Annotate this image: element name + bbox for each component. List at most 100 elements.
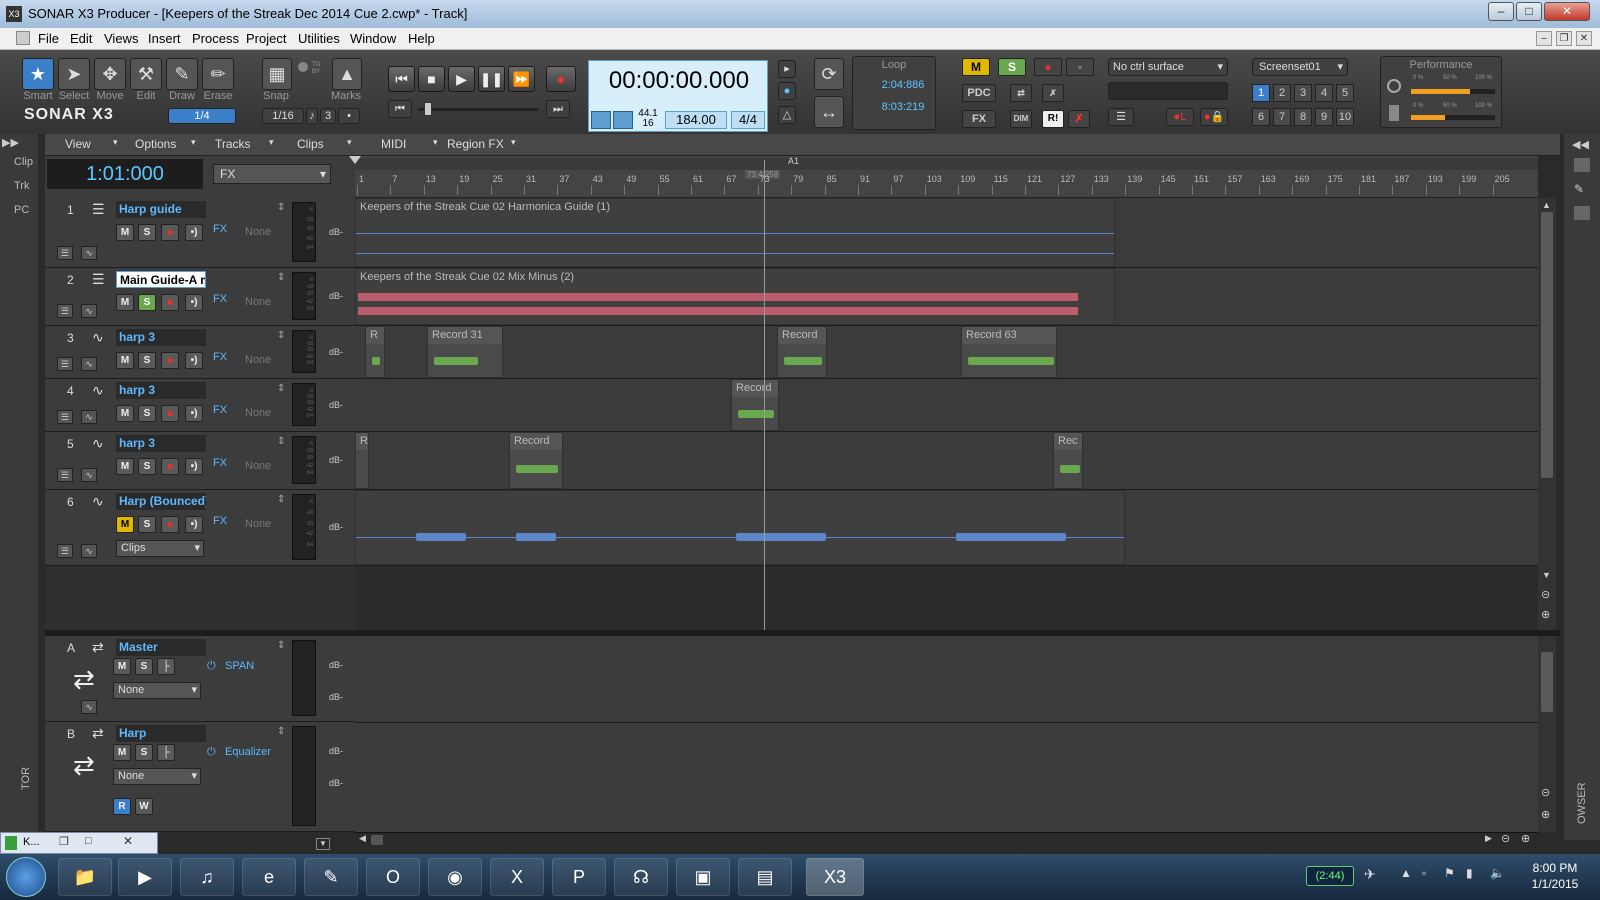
- tv-menu-options[interactable]: Options: [135, 137, 176, 151]
- track-name[interactable]: harp 3: [116, 382, 206, 399]
- fx-bypass-button[interactable]: FX: [962, 110, 996, 128]
- bus-mute-button[interactable]: M: [113, 658, 131, 675]
- bus-zoom-in-icon[interactable]: ⊕: [1541, 808, 1550, 821]
- menu-process[interactable]: Process: [192, 31, 239, 46]
- mute-button[interactable]: M: [116, 516, 134, 533]
- marks-icon[interactable]: ▲: [332, 58, 362, 90]
- inspector-tab-trk[interactable]: Trk: [14, 180, 29, 192]
- fx-power-icon[interactable]: ⏻: [207, 746, 216, 759]
- track-expand-icon[interactable]: ⇕: [277, 272, 285, 283]
- solo-button[interactable]: S: [138, 458, 156, 475]
- menu-insert[interactable]: Insert: [148, 31, 181, 46]
- menu-help[interactable]: Help: [408, 31, 435, 46]
- pane-toggle-icon[interactable]: ▼: [316, 838, 330, 850]
- bus-expand-icon[interactable]: ⇕: [277, 640, 285, 651]
- goto-start-button[interactable]: ⏮: [388, 100, 412, 118]
- track-menu-icon[interactable]: ☰: [57, 357, 73, 371]
- headphones-taskbar-icon[interactable]: ☊: [614, 858, 668, 896]
- screenset-10[interactable]: 10: [1336, 108, 1354, 126]
- fx-label[interactable]: FX: [213, 223, 227, 235]
- time-display[interactable]: 00:00:00.000 44.1 16 184.00 4/4: [588, 60, 768, 132]
- bypass-button[interactable]: ⇄: [1010, 84, 1032, 102]
- automation-icon[interactable]: ∿: [81, 357, 97, 371]
- time-ruler[interactable]: A1 73:4:258 1713192531374349556167737985…: [349, 156, 1538, 198]
- solo-button[interactable]: S: [138, 405, 156, 422]
- scroll-thumb[interactable]: [1541, 212, 1553, 478]
- clip-record-r2[interactable]: R: [355, 432, 369, 489]
- mixer-icon[interactable]: ☰: [92, 201, 105, 218]
- bus-zoom-out-icon[interactable]: ⊝: [1541, 786, 1550, 799]
- scroll-right-icon[interactable]: ▶: [1485, 833, 1492, 844]
- mdi-minimize-button[interactable]: –: [1536, 31, 1552, 46]
- track-expand-icon[interactable]: ⇕: [277, 383, 285, 394]
- mute-button[interactable]: M: [116, 405, 134, 422]
- punch-toggle-icon[interactable]: ↔: [814, 96, 844, 128]
- zoom-in-icon[interactable]: ⊕: [1541, 608, 1550, 621]
- inspector-tab-clip[interactable]: Clip: [14, 156, 33, 168]
- clip-record-b[interactable]: Record: [731, 379, 779, 431]
- arm-button[interactable]: ●: [161, 352, 179, 369]
- now-marker-icon[interactable]: [349, 156, 361, 164]
- smart-tool-icon[interactable]: ★: [22, 58, 54, 90]
- screenset-6[interactable]: 6: [1252, 108, 1270, 126]
- zoom-out-icon[interactable]: ⊝: [1541, 588, 1550, 601]
- metronome-icon[interactable]: [591, 111, 611, 129]
- rewind-button[interactable]: ⏮: [388, 66, 415, 92]
- bus-output-select[interactable]: None ▾: [113, 682, 201, 699]
- menu-project[interactable]: Project: [246, 31, 286, 46]
- tray-expand-icon[interactable]: ▲: [1400, 866, 1412, 880]
- snap-value[interactable]: 1/16: [262, 108, 304, 124]
- fx-none[interactable]: None: [245, 226, 271, 238]
- fx-none[interactable]: None: [245, 407, 271, 419]
- clip-mix-minus[interactable]: Keepers of the Streak Cue 02 Mix Minus (…: [355, 268, 1115, 325]
- screenset-dropdown[interactable]: Screenset01 ▾: [1252, 58, 1348, 76]
- mute-button[interactable]: M: [116, 352, 134, 369]
- hscroll-thumb[interactable]: [371, 835, 383, 845]
- bus-icon[interactable]: ⇄: [92, 639, 104, 656]
- system-clock[interactable]: 8:00 PM 1/1/2015: [1520, 860, 1590, 892]
- bus-header[interactable]: A ⇄ Master ⇕ ⇄ M S ├ ⏻ SPAN None ▾ dB-dB- ∿: [45, 636, 355, 722]
- arm-button[interactable]: ●: [161, 405, 179, 422]
- tv-menu-midi[interactable]: MIDI: [381, 137, 406, 151]
- tv-menu-clips[interactable]: Clips: [297, 137, 324, 151]
- marker-lane[interactable]: [355, 158, 1538, 170]
- pause-button[interactable]: ❚❚: [478, 66, 505, 92]
- screenset-5[interactable]: 5: [1336, 84, 1354, 102]
- waveform-icon[interactable]: ∿: [92, 382, 104, 399]
- track-menu-icon[interactable]: ☰: [57, 544, 73, 558]
- record-button[interactable]: ●: [546, 66, 576, 92]
- track-expand-icon[interactable]: ⇕: [277, 436, 285, 447]
- fx-label[interactable]: FX: [213, 404, 227, 416]
- input-echo-button[interactable]: •): [185, 405, 203, 422]
- screenset-2[interactable]: 2: [1273, 84, 1291, 102]
- bus-mute-button[interactable]: M: [113, 744, 131, 761]
- read-automation-button[interactable]: R: [113, 798, 131, 815]
- fx-none[interactable]: None: [245, 354, 271, 366]
- clip-rec[interactable]: Rec: [1053, 432, 1083, 489]
- media-player-taskbar-icon[interactable]: ▶: [118, 858, 172, 896]
- track-name[interactable]: Harp guide: [116, 201, 206, 218]
- chrome-taskbar-icon[interactable]: ◉: [428, 858, 482, 896]
- edit-tool-icon[interactable]: ⚒: [130, 58, 162, 90]
- track-menu-icon[interactable]: ☰: [57, 304, 73, 318]
- bus-fx-name[interactable]: SPAN: [225, 660, 254, 672]
- lane-6[interactable]: [355, 490, 1538, 566]
- track-name[interactable]: harp 3: [116, 435, 206, 452]
- mute-button[interactable]: M: [116, 294, 134, 311]
- draw-tool-icon[interactable]: ✎: [166, 58, 198, 90]
- tv-menu-tracks[interactable]: Tracks: [215, 137, 251, 151]
- track-name[interactable]: harp 3: [116, 329, 206, 346]
- lane-3[interactable]: R Record 31 Record Record 63: [355, 326, 1538, 379]
- track-menu-icon[interactable]: ☰: [57, 468, 73, 482]
- mute-all-button[interactable]: M: [962, 58, 990, 76]
- close-icon[interactable]: ✕: [123, 834, 133, 848]
- list-icon[interactable]: ☰: [1108, 108, 1134, 126]
- acc-button[interactable]: ●L: [1166, 108, 1194, 126]
- clips-pane[interactable]: Keepers of the Streak Cue 02 Harmonica G…: [355, 198, 1538, 630]
- fx-label[interactable]: FX: [213, 457, 227, 469]
- arm-all-button[interactable]: ●: [1034, 58, 1062, 76]
- lane-5[interactable]: R Record Rec: [355, 432, 1538, 490]
- solo-button[interactable]: S: [138, 294, 156, 311]
- fx-none[interactable]: None: [245, 518, 271, 530]
- menu-window[interactable]: Window: [350, 31, 396, 46]
